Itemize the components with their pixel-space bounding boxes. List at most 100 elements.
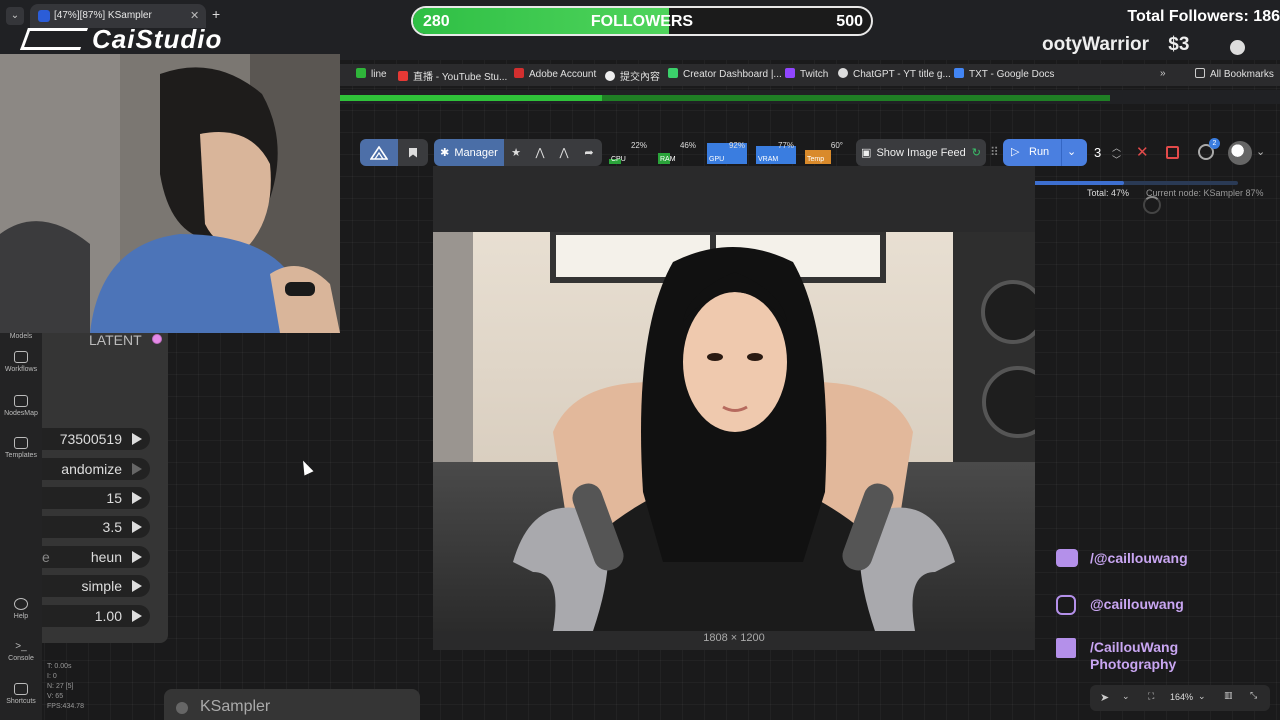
- sidebar-item-nodesmap[interactable]: NodesMap: [0, 395, 42, 417]
- sampler-widget[interactable]: e heun: [42, 546, 150, 568]
- folder-icon: [1195, 68, 1205, 78]
- zoom-chevron-icon[interactable]: ⌄: [1198, 691, 1206, 702]
- steps-widget[interactable]: 15: [42, 487, 150, 509]
- increment-arrow-icon[interactable]: [132, 521, 142, 533]
- puzzle-icon: ✱: [440, 147, 450, 159]
- bookmark-button[interactable]: [398, 139, 428, 166]
- increment-arrow-icon[interactable]: [132, 492, 142, 504]
- zoom-level[interactable]: 164%: [1170, 692, 1193, 702]
- workflows-icon: [14, 351, 28, 363]
- bookmark-item[interactable]: TXT - Google Docs: [954, 68, 1054, 80]
- webcam-feed: [0, 54, 340, 333]
- denoise-widget[interactable]: 1.00: [42, 605, 150, 627]
- gpu-monitor: GPU 92%: [707, 141, 747, 164]
- generated-image-picture: [433, 232, 1035, 631]
- profile-icon[interactable]: [1230, 40, 1245, 55]
- tool-chevron-icon[interactable]: ⌄: [1122, 691, 1130, 702]
- tab-favicon-icon: [38, 10, 50, 22]
- chatgpt-icon: [838, 68, 848, 78]
- toolbar-left-group: ✱ Manager ★ ⋀ ⋀ ➦: [360, 139, 602, 166]
- templates-icon: [14, 437, 28, 449]
- all-bookmarks[interactable]: All Bookmarks: [1195, 68, 1274, 80]
- run-options-chevron-icon[interactable]: ⌄: [1067, 145, 1076, 158]
- bookmark-item[interactable]: Twitch: [785, 68, 828, 80]
- comfy-logo-button[interactable]: [360, 139, 398, 166]
- line-icon: [356, 68, 366, 78]
- seed-widget[interactable]: 73500519: [42, 428, 150, 450]
- mouse-cursor-icon: [298, 458, 314, 476]
- increment-arrow-icon[interactable]: [132, 580, 142, 592]
- comfy-logo-icon: [370, 145, 388, 160]
- youtube-icon: [398, 71, 408, 81]
- cfg-widget[interactable]: 3.5: [42, 516, 150, 538]
- bookmark-item[interactable]: Creator Dashboard |...: [668, 68, 782, 80]
- total-followers: Total Followers: 186: [1127, 8, 1280, 25]
- increment-arrow-icon[interactable]: [132, 433, 142, 445]
- increment-arrow-icon[interactable]: [132, 610, 142, 622]
- avatar-chevron-icon[interactable]: ⌄: [1256, 145, 1265, 158]
- bookmark-item[interactable]: ChatGPT - YT title g...: [838, 68, 951, 80]
- creator-dashboard-icon: [668, 68, 678, 78]
- control-after-generate-widget[interactable]: andomize: [42, 458, 150, 480]
- link-visibility-icon[interactable]: ⤡: [1250, 690, 1257, 701]
- mask-icon: ⋀: [535, 147, 545, 159]
- batch-count-input[interactable]: 3 ︿ ﹀: [1088, 139, 1126, 166]
- alert-name: ootyWarrior: [1042, 34, 1149, 55]
- help-icon: [14, 598, 28, 610]
- canvas-stats: T: 0.00s I: 0 N: 27 [5] V: 65 FPS:434.78: [47, 663, 84, 710]
- brand-logo-icon: [19, 28, 89, 50]
- bookmark-item[interactable]: line: [356, 68, 387, 80]
- decrement-icon[interactable]: ﹀: [1112, 153, 1121, 166]
- increment-arrow-icon[interactable]: [132, 551, 142, 563]
- share-icon: ➦: [584, 147, 594, 159]
- mask-button[interactable]: ⋀: [528, 139, 552, 166]
- sidebar-item-workflows[interactable]: Workflows: [0, 351, 42, 373]
- bookmark-icon: [409, 147, 417, 158]
- minimap-icon[interactable]: ▥: [1224, 690, 1233, 701]
- bookmark-item[interactable]: Adobe Account: [514, 68, 596, 80]
- sidebar-item-shortcuts[interactable]: Shortcuts: [0, 683, 42, 705]
- bookmark-item[interactable]: 提交內容: [605, 68, 660, 83]
- ksampler-node-collapsed[interactable]: KSampler: [164, 689, 420, 720]
- latent-output-socket[interactable]: [152, 334, 162, 344]
- execution-progress: [1022, 181, 1238, 185]
- new-tab-button[interactable]: +: [212, 6, 220, 22]
- bookmark-item[interactable]: 直播 - YouTube Stu...: [398, 68, 507, 83]
- star-button[interactable]: ★: [504, 139, 528, 166]
- tab-search-button[interactable]: ⌄: [6, 7, 24, 25]
- scheduler-widget[interactable]: simple: [42, 575, 150, 597]
- run-button[interactable]: ▷ Run ⌄: [1003, 139, 1087, 166]
- more-bookmarks-icon[interactable]: »: [1160, 68, 1166, 79]
- page-load-progress: [340, 95, 1110, 101]
- nodesmap-icon: [14, 395, 28, 407]
- sidebar-item-console[interactable]: >_ Console: [0, 641, 42, 662]
- user-avatar[interactable]: [1228, 141, 1252, 165]
- sidebar-item-models[interactable]: Models: [0, 333, 42, 340]
- select-tool-icon[interactable]: ➤: [1100, 691, 1109, 704]
- generated-image[interactable]: [433, 232, 1035, 631]
- star-icon: ★: [511, 147, 521, 159]
- drag-handle-icon[interactable]: ⠿: [990, 145, 999, 159]
- share-button[interactable]: ➦: [576, 139, 602, 166]
- left-sidebar: Models Workflows NodesMap Templates Help…: [0, 333, 42, 720]
- show-image-feed-button[interactable]: ▣ Show Image Feed ↻: [856, 139, 986, 166]
- increment-arrow-icon[interactable]: [132, 463, 142, 475]
- sidebar-item-templates[interactable]: Templates: [0, 437, 42, 459]
- tab-title: [47%][87%] KSampler: [54, 10, 152, 21]
- refresh-icon: ↻: [971, 147, 981, 159]
- stop-icon[interactable]: [1166, 146, 1179, 159]
- tab-close-icon[interactable]: ✕: [190, 9, 199, 22]
- execution-progress-fill: [1022, 181, 1124, 185]
- console-icon: >_: [15, 641, 27, 652]
- fit-view-icon[interactable]: ⛶: [1148, 691, 1154, 702]
- followers-label: FOLLOWERS: [590, 13, 694, 30]
- cancel-icon[interactable]: ✕: [1136, 143, 1149, 161]
- facebook-icon: [1056, 638, 1076, 658]
- loading-spinner-icon: [1143, 196, 1161, 214]
- brand-logo-text: CaiStudio: [92, 24, 223, 54]
- manager-button[interactable]: ✱ Manager: [434, 139, 504, 166]
- webcam-image: [0, 54, 340, 333]
- triangle-button[interactable]: ⋀: [552, 139, 576, 166]
- followers-goal-bar: 280 FOLLOWERS 500: [411, 6, 873, 36]
- sidebar-item-help[interactable]: Help: [0, 598, 42, 620]
